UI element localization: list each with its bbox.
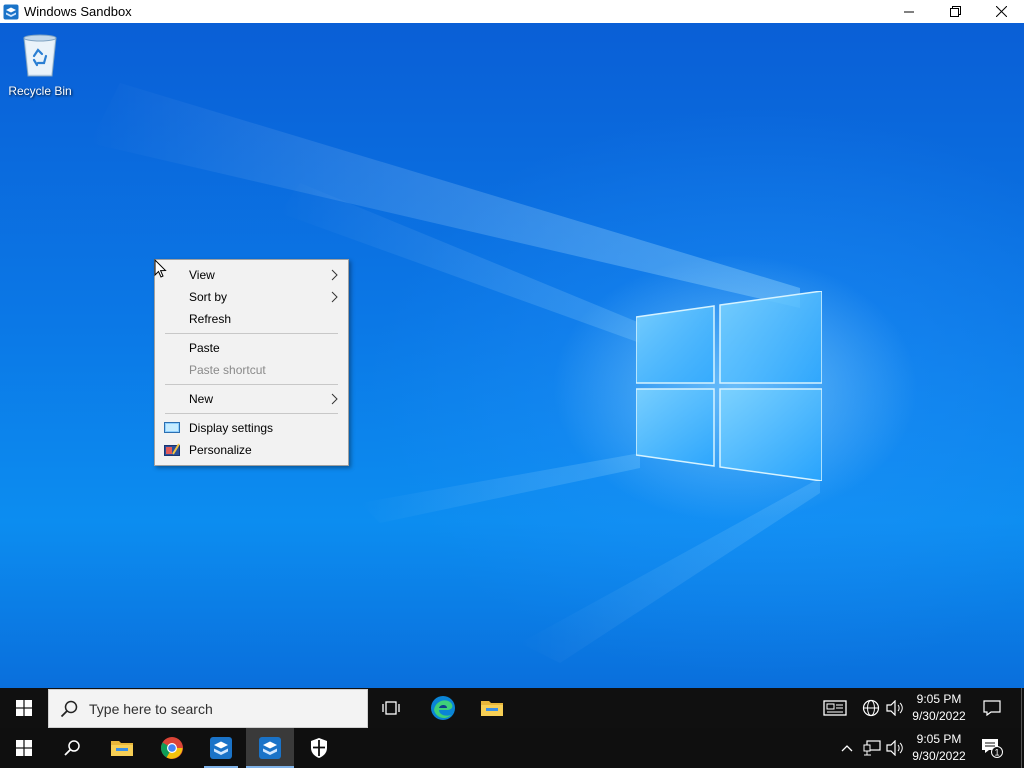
host-file-explorer-button[interactable] xyxy=(98,728,146,768)
personalize-icon xyxy=(164,443,180,456)
menu-item-paste-shortcut-label: Paste shortcut xyxy=(189,363,266,377)
speaker-icon xyxy=(886,700,903,716)
menu-item-refresh-label: Refresh xyxy=(189,312,232,326)
desktop[interactable]: Recycle Bin View Sort by Refresh Paste P… xyxy=(0,23,1024,688)
news-widget-button[interactable] xyxy=(816,688,854,728)
menu-item-personalize[interactable]: Personalize xyxy=(155,439,348,461)
host-chrome-button[interactable] xyxy=(148,728,196,768)
menu-item-display-settings[interactable]: Display settings xyxy=(155,417,348,439)
desktop-context-menu: View Sort by Refresh Paste Paste shortcu… xyxy=(154,259,349,466)
menu-separator xyxy=(165,413,338,414)
chevron-right-icon xyxy=(331,291,338,303)
display-settings-icon xyxy=(164,422,180,433)
chevron-right-icon xyxy=(331,269,338,281)
host-action-center-button[interactable]: 1 xyxy=(976,728,1008,768)
edge-icon xyxy=(431,696,455,720)
sandbox-icon xyxy=(210,737,232,759)
volume-button[interactable] xyxy=(884,688,906,728)
chrome-icon xyxy=(161,737,183,759)
menu-item-new-label: New xyxy=(189,392,214,406)
show-desktop-divider xyxy=(1021,688,1022,728)
host-taskbar: 9:05 PM 9/30/2022 1 xyxy=(0,728,1024,768)
clock-date: 9/30/2022 xyxy=(912,709,966,723)
clock-date: 9/30/2022 xyxy=(912,749,966,763)
menu-item-display-settings-label: Display settings xyxy=(189,421,274,435)
action-center-button[interactable] xyxy=(976,688,1008,728)
restore-icon xyxy=(949,6,961,17)
clock-time: 9:05 PM xyxy=(916,732,962,746)
desktop-icon-recycle-bin[interactable]: Recycle Bin xyxy=(6,32,74,98)
minimize-icon xyxy=(904,11,914,12)
restore-button[interactable] xyxy=(932,0,978,23)
mouse-pointer-icon xyxy=(154,259,167,278)
notification-count-badge: 1 xyxy=(994,748,999,758)
file-explorer-icon xyxy=(111,741,133,756)
menu-item-paste[interactable]: Paste xyxy=(155,337,348,359)
sandbox-app-icon xyxy=(3,4,19,19)
menu-item-new[interactable]: New xyxy=(155,388,348,410)
menu-separator xyxy=(165,384,338,385)
task-view-icon xyxy=(382,701,400,715)
news-icon xyxy=(823,700,847,716)
recycle-bin-label: Recycle Bin xyxy=(8,84,72,98)
task-view-button[interactable] xyxy=(370,688,414,728)
menu-item-paste-shortcut: Paste shortcut xyxy=(155,359,348,381)
host-search-button[interactable] xyxy=(48,728,96,768)
menu-item-sort-by-label: Sort by xyxy=(189,290,228,304)
search-icon xyxy=(64,740,80,756)
taskbar-file-explorer-button[interactable] xyxy=(470,688,514,728)
menu-separator xyxy=(165,333,338,334)
ethernet-network-icon xyxy=(863,740,881,756)
window-title: Windows Sandbox xyxy=(24,4,132,19)
host-volume-button[interactable] xyxy=(884,728,906,768)
show-hidden-icons-button[interactable] xyxy=(836,728,858,768)
notification-icon xyxy=(983,700,1001,716)
menu-item-view[interactable]: View xyxy=(155,264,348,286)
minimize-button[interactable] xyxy=(886,0,932,23)
speaker-icon xyxy=(886,740,903,756)
globe-network-icon xyxy=(862,699,880,717)
menu-item-view-label: View xyxy=(189,268,215,282)
close-button[interactable] xyxy=(978,0,1024,23)
windows-logo-wallpaper xyxy=(636,291,822,481)
taskbar-search-box[interactable]: Type here to search xyxy=(48,689,368,728)
sandbox-clock[interactable]: 9:05 PM 9/30/2022 xyxy=(908,691,970,725)
sandbox-icon xyxy=(259,737,281,759)
sandbox-taskbar: Type here to search 9:05 PM 9/30/2022 xyxy=(0,688,1024,728)
network-button[interactable] xyxy=(858,688,884,728)
host-sandbox-button-1[interactable] xyxy=(198,728,244,768)
taskbar-edge-button[interactable] xyxy=(420,688,466,728)
show-desktop-divider xyxy=(1021,728,1022,768)
file-explorer-icon xyxy=(481,701,503,716)
host-security-button[interactable] xyxy=(296,728,342,768)
menu-item-refresh[interactable]: Refresh xyxy=(155,308,348,330)
close-icon xyxy=(995,6,1007,17)
search-placeholder: Type here to search xyxy=(89,700,213,717)
menu-item-sort-by[interactable]: Sort by xyxy=(155,286,348,308)
host-clock[interactable]: 9:05 PM 9/30/2022 xyxy=(908,731,970,765)
windows-start-icon xyxy=(16,700,32,716)
chevron-up-icon xyxy=(841,745,853,752)
host-start-button[interactable] xyxy=(0,728,48,768)
menu-item-personalize-label: Personalize xyxy=(189,443,252,457)
start-button[interactable] xyxy=(0,688,48,728)
recycle-bin-icon xyxy=(23,34,57,77)
security-icon xyxy=(311,738,327,758)
clock-time: 9:05 PM xyxy=(916,692,962,706)
window-title-bar[interactable]: Windows Sandbox xyxy=(0,0,1024,23)
notification-icon: 1 xyxy=(982,739,1003,758)
host-sandbox-button-2[interactable] xyxy=(246,728,294,768)
search-icon xyxy=(60,700,78,717)
windows-start-icon xyxy=(16,740,32,756)
menu-item-paste-label: Paste xyxy=(189,341,220,355)
host-network-button[interactable] xyxy=(860,728,884,768)
chevron-right-icon xyxy=(331,393,338,405)
